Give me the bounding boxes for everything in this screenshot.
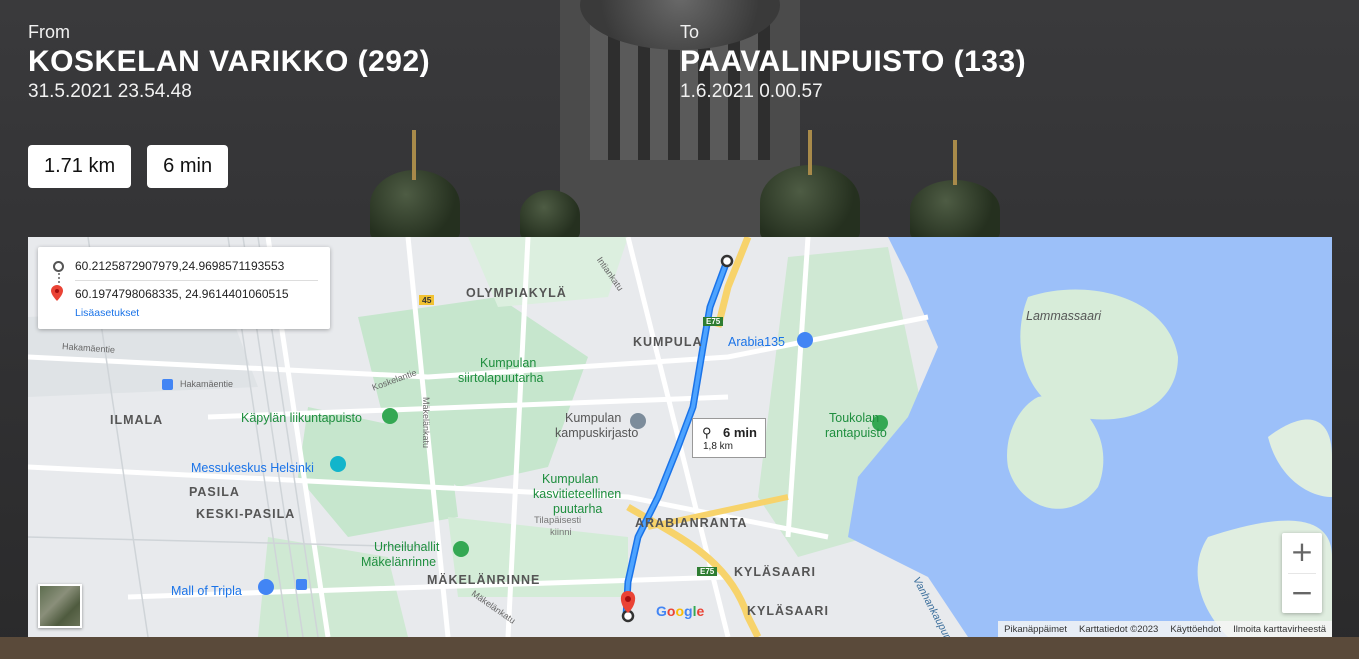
distance-chip: 1.71 km bbox=[28, 145, 132, 188]
zoom-controls: + − bbox=[1282, 533, 1322, 613]
label-mall-of-tripla[interactable]: Mall of Tripla bbox=[171, 584, 242, 598]
label-siirtolapuutarha: siirtolapuutarha bbox=[458, 371, 544, 385]
label-lammassaari: Lammassaari bbox=[1026, 309, 1102, 323]
zoom-out-button[interactable]: − bbox=[1282, 574, 1322, 614]
road-badge-e75-b: E75 bbox=[697, 567, 718, 576]
origin-coordinates: 60.2125872907979,24.9698571193553 bbox=[75, 259, 285, 273]
from-departure-time: 31.5.2021 23.54.48 bbox=[28, 81, 192, 102]
destination-coordinates: 60.1974798068335, 24.9614401060515 bbox=[75, 287, 289, 301]
label-kasvit-1: Kumpulan bbox=[542, 472, 599, 486]
trip-stats: 1.71 km 6 min bbox=[28, 145, 229, 188]
zoom-in-button[interactable]: + bbox=[1282, 533, 1322, 573]
label-kapylan-liikuntapuisto[interactable]: Käpylän liikuntapuisto bbox=[241, 411, 362, 425]
street-makelankatu: Mäkelänkatu bbox=[421, 397, 431, 449]
map-attribution: Pikanäppäimet Karttatiedot ©2023 Käyttöe… bbox=[998, 621, 1332, 637]
to-label: To bbox=[680, 22, 700, 42]
label-kumpulan-siirtola: Kumpulan bbox=[480, 356, 537, 370]
route-distance: 1,8 km bbox=[703, 441, 734, 452]
route-info-bubble[interactable]: ⚲ 6 min 1,8 km bbox=[692, 418, 766, 458]
satellite-layer-toggle[interactable] bbox=[38, 584, 82, 628]
label-kiinni: kiinni bbox=[550, 527, 572, 538]
street-hakamaentie-2: Hakamäentie bbox=[180, 379, 234, 389]
duration-chip: 6 min bbox=[147, 145, 229, 188]
from-station-name: KOSKELAN VARIKKO (292) bbox=[28, 45, 431, 78]
terms-link[interactable]: Käyttöehdot bbox=[1164, 624, 1227, 635]
label-kumpula: KUMPULA bbox=[633, 335, 703, 349]
more-options-link[interactable]: Lisäasetukset bbox=[75, 307, 139, 319]
label-olympiakyla: OLYMPIAKYLÄ bbox=[466, 286, 567, 300]
label-messukeskus[interactable]: Messukeskus Helsinki bbox=[191, 461, 314, 475]
directions-divider bbox=[75, 280, 318, 281]
label-urheiluhallit-makelanrinne: Mäkelänrinne bbox=[361, 555, 437, 569]
label-tilapaisesti: Tilapäisesti bbox=[534, 515, 582, 526]
from-label: From bbox=[28, 22, 70, 42]
label-kasvit-2: kasvitieteellinen bbox=[533, 487, 622, 501]
label-arabia135[interactable]: Arabia135 bbox=[728, 335, 785, 349]
label-toukolan: Toukolan bbox=[829, 411, 880, 425]
destination-pin-icon bbox=[51, 285, 63, 301]
to-station-name: PAAVALINPUISTO (133) bbox=[680, 45, 1027, 78]
label-ilmala: ILMALA bbox=[110, 413, 164, 427]
label-kylasaari-1: KYLÄSAARI bbox=[734, 565, 816, 579]
route-map[interactable]: OLYMPIAKYLÄ KUMPULA Arabia135 Lammassaar… bbox=[28, 237, 1332, 637]
origin-icon bbox=[53, 261, 64, 272]
directions-panel: 60.2125872907979,24.9698571193553 60.197… bbox=[38, 247, 330, 329]
label-pasila: PASILA bbox=[189, 485, 240, 499]
route-time: 6 min bbox=[723, 425, 757, 440]
bicycle-icon: ⚲ bbox=[702, 425, 712, 440]
from-section: From KOSKELAN VARIKKO (292) 31.5.2021 23… bbox=[28, 22, 430, 103]
report-error-link[interactable]: Ilmoita karttavirheestä bbox=[1227, 624, 1332, 635]
label-kasvit-3: puutarha bbox=[553, 502, 603, 516]
map-data-text: Karttatiedot ©2023 bbox=[1078, 623, 1159, 635]
road-badge-e75-a: E75 bbox=[703, 317, 724, 326]
to-section: To PAAVALINPUISTO (133) 1.6.2021 0.00.57 bbox=[680, 22, 1026, 103]
label-rantapuisto: rantapuisto bbox=[825, 426, 887, 440]
label-keski-pasila: KESKI-PASILA bbox=[196, 507, 296, 521]
to-arrival-time: 1.6.2021 0.00.57 bbox=[680, 81, 823, 102]
label-kylasaari-2: KYLÄSAARI bbox=[747, 604, 829, 618]
google-logo: Google bbox=[656, 603, 705, 619]
label-urheiluhallit: Urheiluhallit bbox=[374, 540, 440, 554]
road-badge-45: 45 bbox=[419, 295, 435, 305]
route-dots-icon bbox=[58, 273, 60, 283]
label-kumpulan-kampus: Kumpulan bbox=[565, 411, 622, 425]
label-makelanrinne: MÄKELÄNRINNE bbox=[427, 573, 541, 587]
label-kampuskirjasto[interactable]: kampuskirjasto bbox=[555, 426, 638, 440]
keyboard-shortcuts-link[interactable]: Pikanäppäimet bbox=[998, 624, 1073, 635]
label-arabianranta: ARABIANRANTA bbox=[635, 516, 748, 530]
